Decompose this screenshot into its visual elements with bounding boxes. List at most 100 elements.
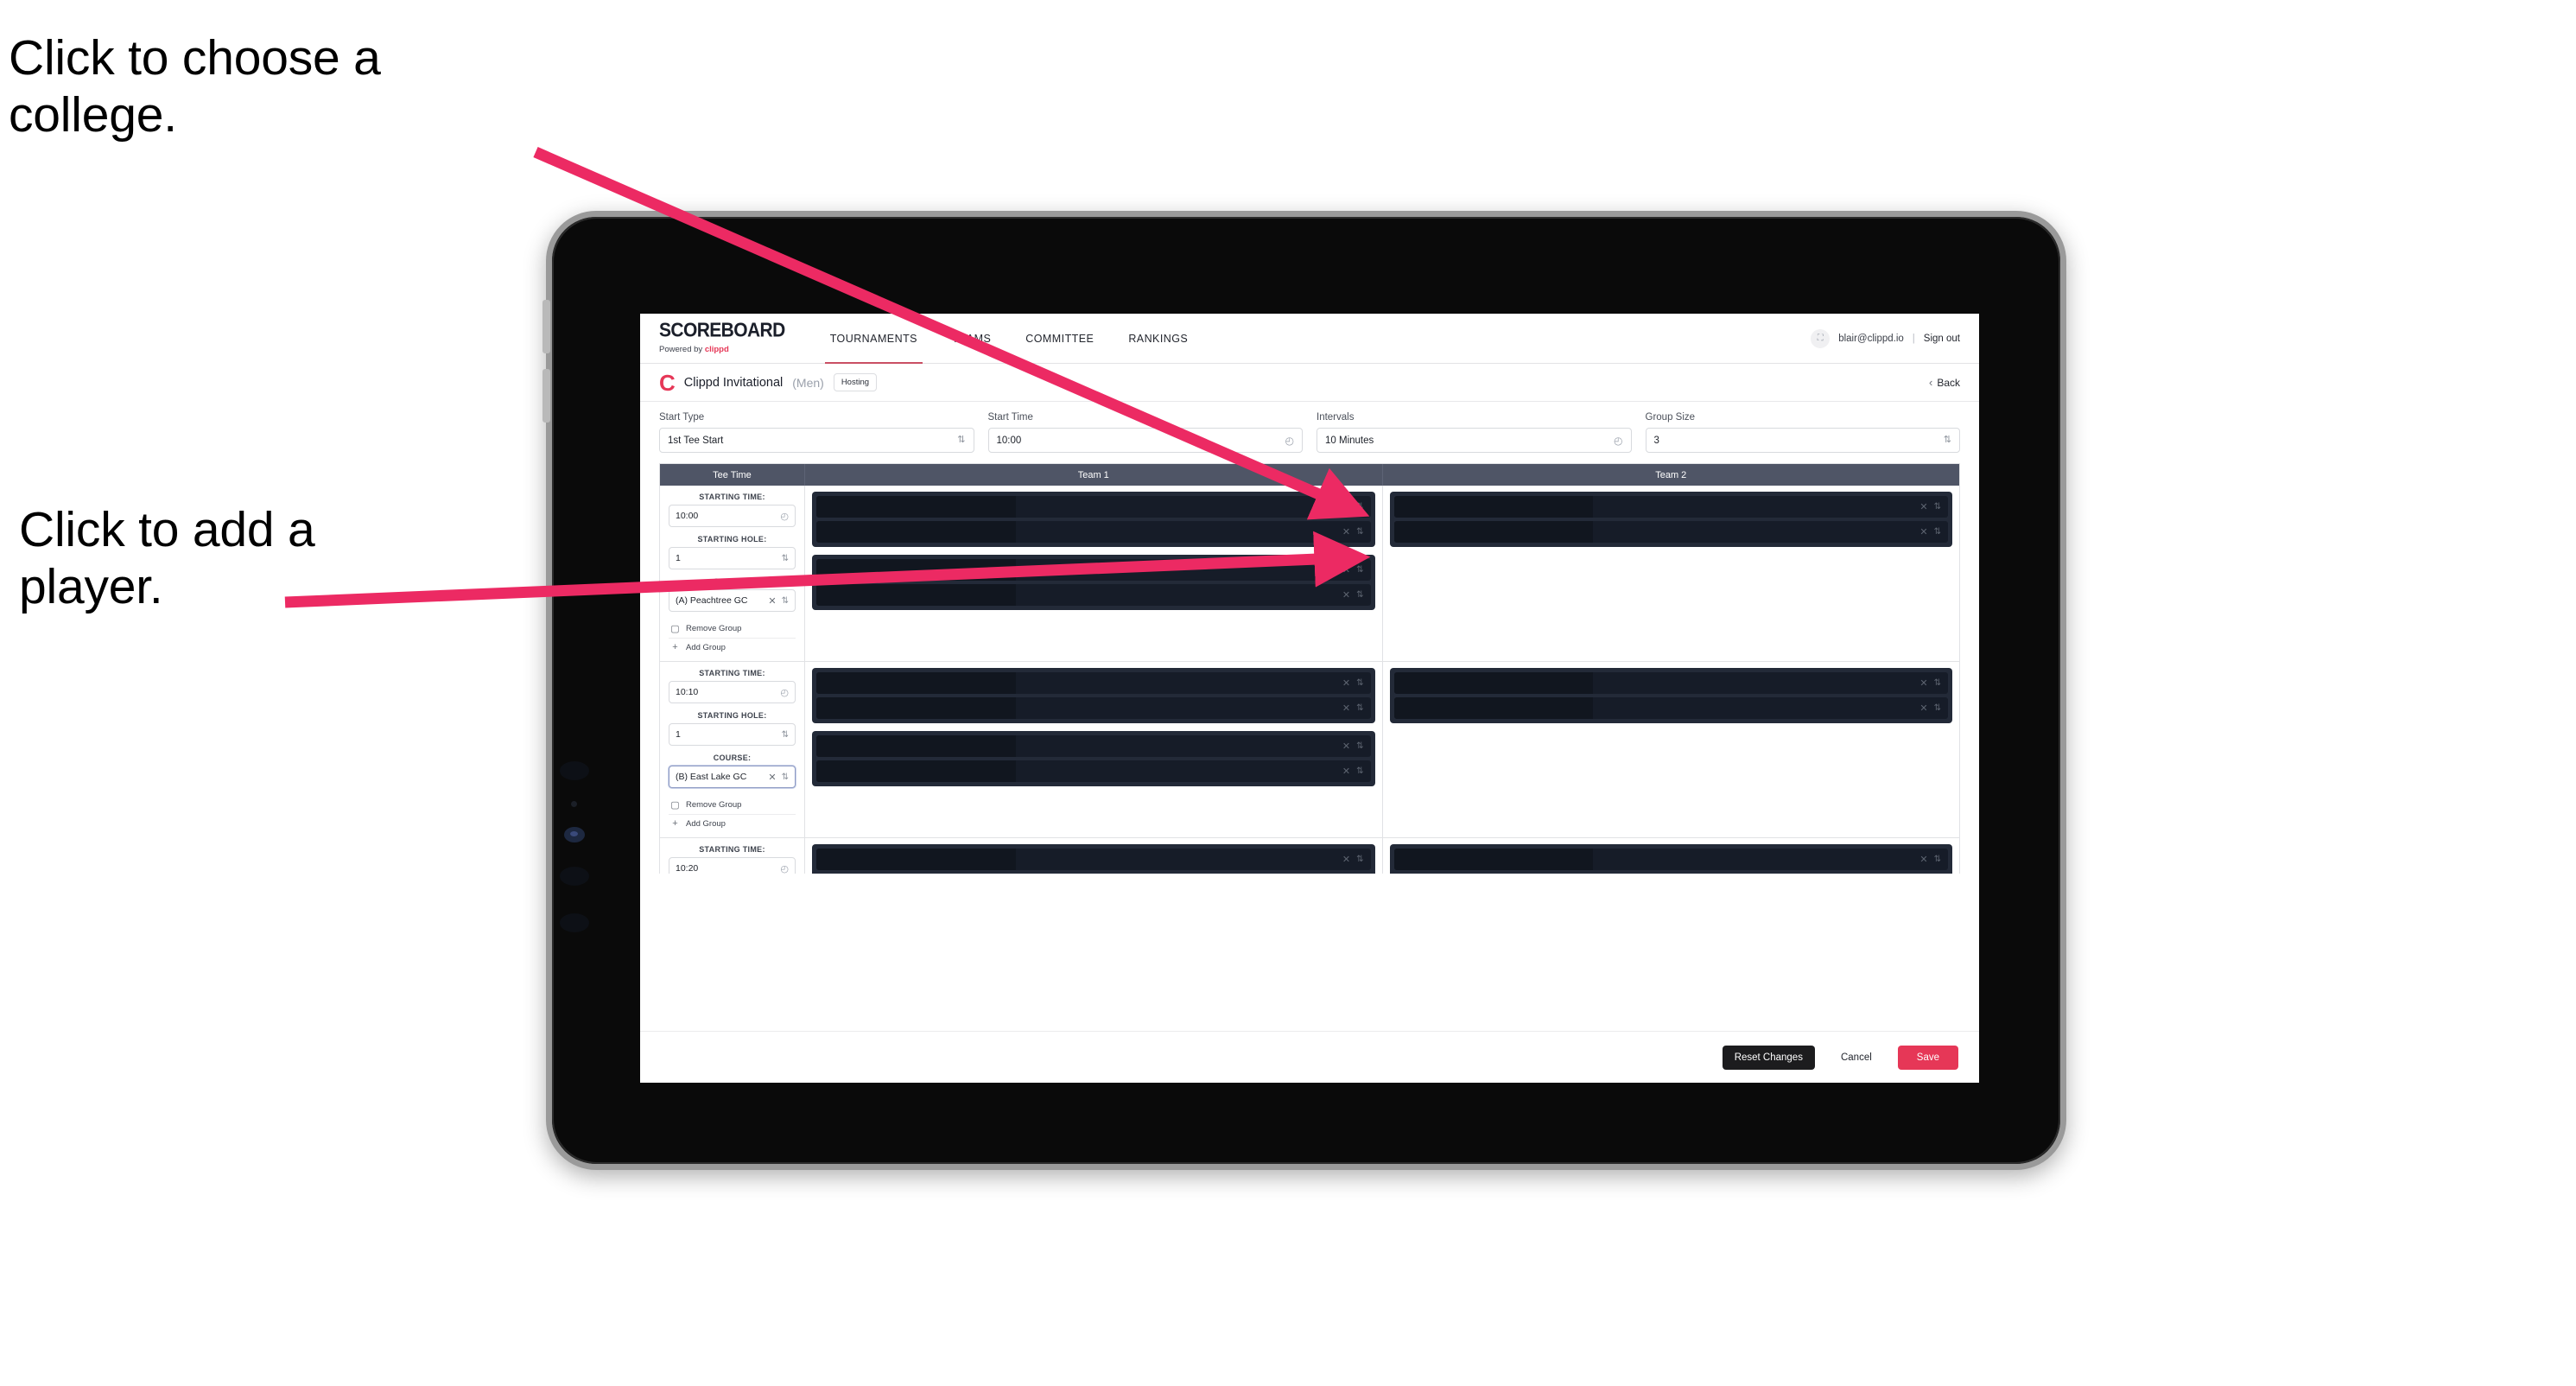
clear-icon[interactable]: ✕ [1342,526,1350,537]
select-start-type[interactable]: 1st Tee Start ⇅ [659,428,974,453]
input-starting-time[interactable]: 10:10 ◴ [669,681,796,703]
clear-icon[interactable]: ✕ [1919,526,1927,537]
clock-icon: ◴ [1285,434,1294,447]
chevron-updown-icon: ⇅ [781,553,789,563]
chevron-updown-icon: ⇅ [1943,435,1951,445]
player-select-row[interactable]: ✕ ⇅ [1393,697,1948,719]
player-select-row[interactable]: ✕ ⇅ [816,760,1371,782]
input-starting-time[interactable]: 10:00 ◴ [669,505,796,527]
input-starting-hole[interactable]: 1 ⇅ [669,723,796,746]
clear-icon[interactable]: ✕ [1919,703,1927,714]
label-intervals: Intervals [1317,412,1355,423]
player-select-row[interactable]: ✕ ⇅ [1393,672,1948,694]
value-starting-hole: 1 [676,729,681,740]
tee-sheet-grid: Tee Time Team 1 Team 2 STARTING TIME: 10… [659,463,1960,874]
account-area: ⛶ blair@clippd.io | Sign out [1811,314,1979,363]
clear-icon[interactable]: ✕ [1342,741,1350,752]
remove-group-button[interactable]: ▢ Remove Group [669,796,796,814]
chevron-updown-icon: ⇅ [1356,855,1364,864]
trash-icon: ▢ [670,800,680,811]
main-nav: TOURNAMENTS TEAMS COMMITTEE RANKINGS [813,314,1206,364]
top-navigation-bar: SCOREBOARD Powered by clippd TOURNAMENTS… [640,314,1979,364]
remove-group-button[interactable]: ▢ Remove Group [669,620,796,638]
value-start-type: 1st Tee Start [668,435,724,446]
label-starting-time: STARTING TIME: [699,493,765,501]
cancel-button[interactable]: Cancel [1829,1046,1884,1070]
grid-body[interactable]: STARTING TIME: 10:00 ◴ STARTING HOLE: 1 … [660,486,1959,874]
nav-item-tournaments[interactable]: TOURNAMENTS [813,314,935,364]
add-group-label: Add Group [686,818,726,829]
annotation-choose-college: Click to choose a college. [9,30,381,143]
brand-tagline: Powered by clippd [659,346,785,354]
tablet-side-button-top[interactable] [542,300,550,353]
clear-icon[interactable]: ✕ [1342,589,1350,601]
plus-icon: + [672,642,678,652]
chevron-updown-icon: ⇅ [1356,703,1364,713]
select-course[interactable]: (B) East Lake GC ✕ ⇅ [669,766,796,788]
select-group-size[interactable]: 3 ⇅ [1645,428,1960,453]
clear-icon[interactable]: ✕ [1342,703,1350,714]
input-starting-time[interactable]: 10:20 ◴ [669,857,796,874]
input-start-time[interactable]: 10:00 ◴ [987,428,1303,453]
clear-icon[interactable]: ✕ [1919,854,1927,865]
clear-icon[interactable]: ✕ [768,595,776,607]
field-intervals: Intervals 10 Minutes ◴ [1317,412,1632,453]
add-group-button[interactable]: + Add Group [669,814,796,832]
player-select-row[interactable]: ✕ ⇅ [816,496,1371,518]
nav-item-teams[interactable]: TEAMS [935,314,1008,363]
input-starting-hole[interactable]: 1 ⇅ [669,547,796,569]
screenshot-stage: Click to choose a college. Click to add … [0,0,2576,1386]
player-group-box: ✕ ⇅ ✕ ⇅ [812,492,1375,547]
player-select-row[interactable]: ✕ ⇅ [816,559,1371,581]
nav-item-committee[interactable]: COMMITTEE [1008,314,1111,363]
player-select-row[interactable]: ✕ ⇅ [816,735,1371,757]
player-select-row[interactable]: ✕ ⇅ [816,697,1371,719]
reset-changes-button[interactable]: Reset Changes [1722,1045,1815,1070]
value-starting-hole: 1 [676,553,681,563]
player-name-redacted [1393,496,1594,518]
player-select-row[interactable]: ✕ ⇅ [816,849,1371,870]
player-name-redacted [816,584,1016,606]
clear-icon[interactable]: ✕ [1342,677,1350,689]
team-1-cell: ✕ ⇅ ✕ ⇅ [805,486,1383,661]
footer-action-bar: Reset Changes Cancel Save [640,1031,1979,1083]
clear-icon[interactable]: ✕ [768,772,776,783]
clear-icon[interactable]: ✕ [1342,501,1350,512]
player-select-row[interactable]: ✕ ⇅ [1393,521,1948,543]
table-row: STARTING TIME: 10:20 ◴ STARTING HOLE: [660,838,1959,874]
player-select-row[interactable]: ✕ ⇅ [1393,496,1948,518]
player-select-row[interactable]: ✕ ⇅ [1393,849,1948,870]
clear-icon[interactable]: ✕ [1342,854,1350,865]
clear-icon[interactable]: ✕ [1342,766,1350,777]
value-course: (B) East Lake GC [676,772,747,782]
back-link[interactable]: ‹ Back [1929,376,1960,389]
tournament-header: C Clippd Invitational (Men) Hosting ‹ Ba… [640,364,1979,402]
chevron-updown-icon: ⇅ [781,729,789,740]
player-select-row[interactable]: ✕ ⇅ [816,672,1371,694]
annotation-add-player: Click to add a player. [19,502,315,615]
nav-item-rankings[interactable]: RANKINGS [1111,314,1205,363]
player-select-row[interactable]: ✕ ⇅ [816,584,1371,606]
tee-time-cell: STARTING TIME: 10:10 ◴ STARTING HOLE: 1 … [660,662,805,837]
clear-icon[interactable]: ✕ [1342,564,1350,575]
chevron-updown-icon: ⇅ [1356,678,1364,688]
clear-icon[interactable]: ✕ [1919,501,1927,512]
add-group-button[interactable]: + Add Group [669,638,796,656]
value-intervals: 10 Minutes [1325,435,1374,446]
clear-icon[interactable]: ✕ [1919,677,1927,689]
label-starting-time: STARTING TIME: [699,669,765,677]
grid-header-row: Tee Time Team 1 Team 2 [660,464,1959,486]
select-course[interactable]: (A) Peachtree GC ✕ ⇅ [669,589,796,612]
save-button[interactable]: Save [1897,1045,1958,1070]
tablet-side-button-bottom[interactable] [542,369,550,423]
team-2-cell: ✕ ⇅ ✕ ⇅ [1383,662,1960,837]
app-screen: SCOREBOARD Powered by clippd TOURNAMENTS… [640,314,1979,1083]
label-start-type: Start Type [659,412,705,423]
avatar[interactable]: ⛶ [1811,328,1830,348]
input-intervals[interactable]: 10 Minutes ◴ [1317,428,1632,453]
sign-out-link[interactable]: Sign out [1924,334,1960,344]
value-course: (A) Peachtree GC [676,595,748,606]
player-name-redacted [816,735,1016,757]
brand-logo[interactable]: SCOREBOARD Powered by clippd [640,314,803,363]
player-select-row[interactable]: ✕ ⇅ [816,521,1371,543]
